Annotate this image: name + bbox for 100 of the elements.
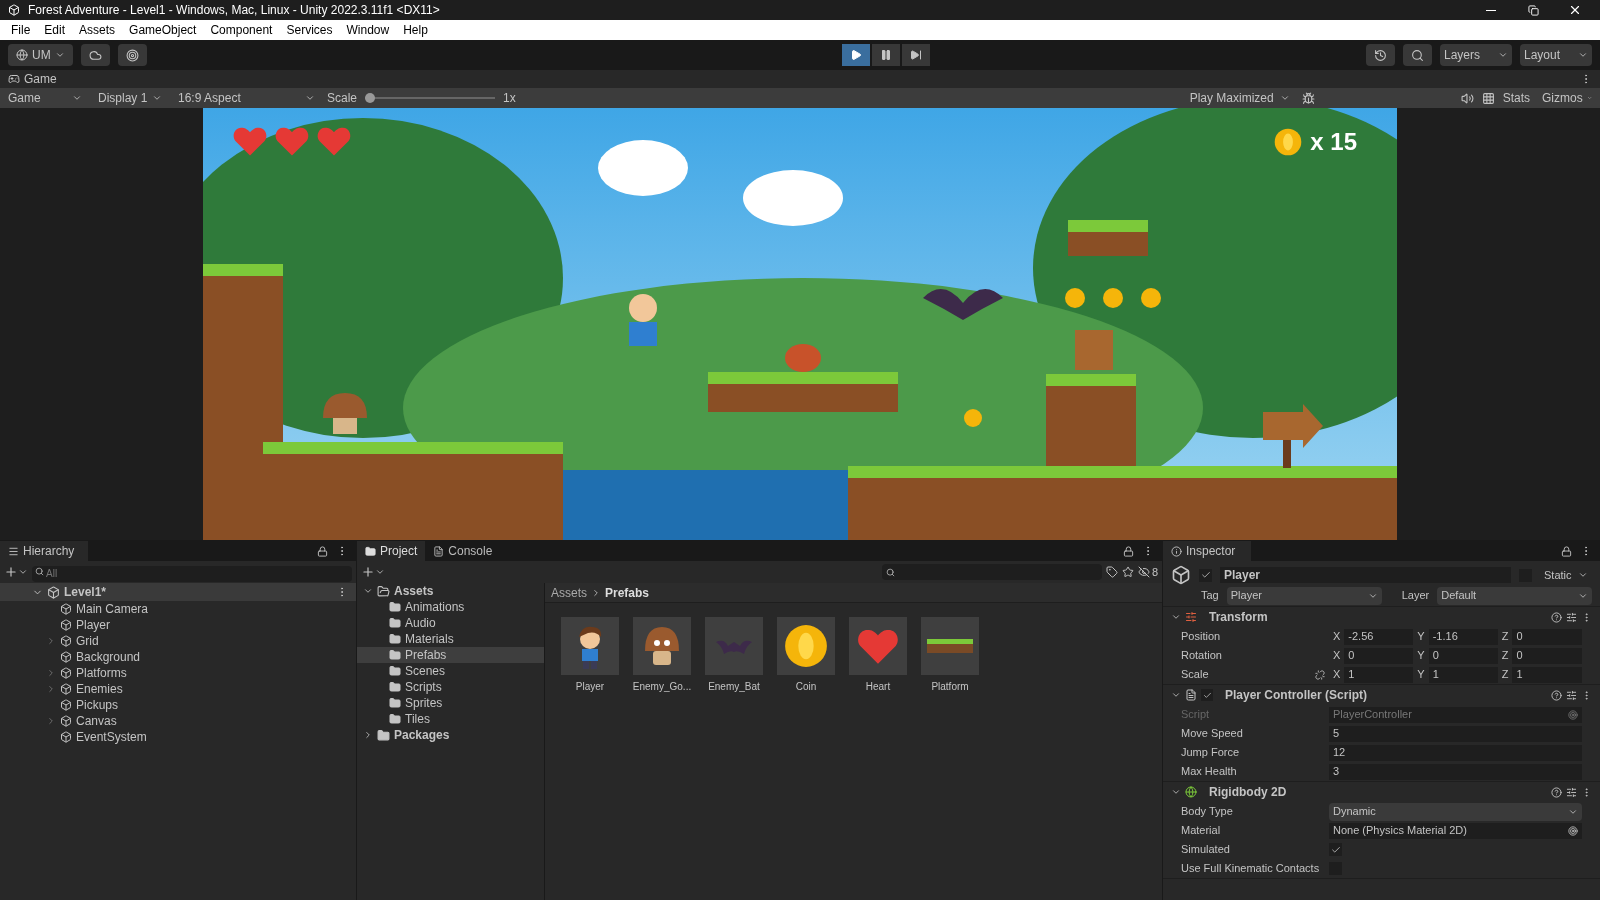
add-button[interactable] — [4, 565, 28, 579]
asset-item[interactable]: Player — [561, 617, 619, 694]
cloud-button[interactable] — [80, 44, 110, 66]
inspector-tab[interactable]: Inspector — [1163, 541, 1251, 561]
asset-item[interactable]: Enemy_Bat — [705, 617, 763, 694]
speaker-icon[interactable] — [1460, 91, 1474, 105]
star-icon[interactable] — [1121, 566, 1134, 578]
breadcrumb-link[interactable]: Prefabs — [605, 583, 650, 602]
play-button[interactable] — [842, 44, 871, 66]
menu-item[interactable]: Services — [279, 21, 340, 39]
gizmos-dropdown[interactable]: Gizmos — [1538, 89, 1596, 107]
game-tab[interactable]: Game — [8, 70, 57, 88]
number-field[interactable]: -1.16 — [1428, 628, 1498, 645]
tag-icon[interactable] — [1105, 566, 1118, 578]
folder-item[interactable]: Scenes — [357, 663, 544, 679]
hidden-packages-button[interactable]: 8 — [1137, 563, 1158, 581]
value-field[interactable]: 5 — [1329, 725, 1582, 742]
hierarchy-item[interactable]: Main Camera — [0, 601, 356, 617]
asset-item[interactable]: Enemy_Go... — [633, 617, 691, 694]
preset-icon[interactable] — [1566, 786, 1577, 798]
add-button[interactable] — [361, 565, 385, 579]
account-button[interactable]: UM — [8, 44, 73, 66]
pause-button[interactable] — [872, 44, 901, 66]
folder-item[interactable]: Packages — [357, 727, 544, 743]
menu-item[interactable]: Edit — [37, 21, 73, 39]
hierarchy-item[interactable]: EventSystem — [0, 729, 356, 745]
tag-dropdown[interactable]: Player — [1226, 586, 1382, 605]
number-field[interactable]: 0 — [1428, 647, 1498, 664]
object-picker-icon[interactable] — [1568, 709, 1578, 720]
link-icon[interactable] — [1315, 669, 1325, 680]
game-mode-dropdown[interactable]: Game — [4, 89, 86, 107]
display-dropdown[interactable]: Display 1 — [94, 89, 166, 107]
value-field[interactable]: 12 — [1329, 744, 1582, 761]
lock-icon[interactable] — [1561, 545, 1572, 557]
asset-item[interactable]: Heart — [849, 617, 907, 694]
search-button[interactable] — [1403, 44, 1432, 66]
preset-icon[interactable] — [1566, 611, 1577, 623]
number-field[interactable]: 1 — [1428, 666, 1498, 683]
number-field[interactable]: 0 — [1512, 647, 1582, 664]
hierarchy-item[interactable]: Platforms — [0, 665, 356, 681]
slider-thumb[interactable] — [365, 93, 376, 103]
play-mode-dropdown[interactable]: Play Maximized — [1185, 89, 1294, 107]
folder-item[interactable]: Assets — [357, 583, 544, 599]
hierarchy-item[interactable]: Player — [0, 617, 356, 633]
object-picker-icon[interactable] — [1568, 825, 1578, 836]
preset-icon[interactable] — [1566, 689, 1577, 701]
menu-item[interactable]: Window — [339, 21, 397, 39]
menu-item[interactable]: Component — [203, 21, 280, 39]
search-field[interactable]: All — [32, 565, 352, 582]
help-icon[interactable] — [1551, 689, 1562, 701]
folder-item[interactable]: Prefabs — [357, 647, 544, 663]
lock-icon[interactable] — [1123, 545, 1134, 557]
name-field[interactable]: Player — [1220, 567, 1511, 583]
bug-icon[interactable] — [1301, 91, 1315, 105]
checkbox[interactable] — [1329, 843, 1342, 856]
hierarchy-item[interactable]: Canvas — [0, 713, 356, 729]
history-button[interactable] — [1366, 44, 1395, 66]
component-header[interactable]: Player Controller (Script) — [1163, 685, 1600, 705]
help-icon[interactable] — [1551, 611, 1562, 623]
static-dropdown[interactable]: Static — [1540, 566, 1592, 584]
hierarchy-item[interactable]: Pickups — [0, 697, 356, 713]
folder-item[interactable]: Tiles — [357, 711, 544, 727]
search-field[interactable] — [881, 564, 1102, 580]
layout-dropdown[interactable]: Layout — [1520, 44, 1592, 66]
number-field[interactable]: 1 — [1344, 666, 1414, 683]
layers-dropdown[interactable]: Layers — [1440, 44, 1512, 66]
folder-item[interactable]: Animations — [357, 599, 544, 615]
folder-item[interactable]: Materials — [357, 631, 544, 647]
number-field[interactable]: -2.56 — [1344, 628, 1414, 645]
enabled-checkbox[interactable] — [1201, 689, 1213, 701]
menu-item[interactable]: File — [4, 21, 38, 39]
menu-item[interactable]: Assets — [72, 21, 123, 39]
aspect-dropdown[interactable]: 16:9 Aspect — [174, 89, 319, 107]
folder-item[interactable]: Scripts — [357, 679, 544, 695]
number-field[interactable]: 0 — [1344, 647, 1414, 664]
menu-item[interactable]: Help — [396, 21, 435, 39]
object-field[interactable]: None (Physics Material 2D) — [1329, 822, 1582, 839]
hierarchy-item[interactable]: Enemies — [0, 681, 356, 697]
help-icon[interactable] — [1551, 786, 1562, 798]
number-field[interactable]: 0 — [1512, 628, 1582, 645]
stats-button[interactable]: Stats — [1502, 89, 1530, 107]
asset-item[interactable]: Coin — [777, 617, 835, 694]
hierarchy-item[interactable]: Background — [0, 649, 356, 665]
active-checkbox[interactable] — [1199, 568, 1212, 582]
collab-button[interactable] — [117, 44, 147, 66]
menu-item[interactable]: GameObject — [122, 21, 204, 39]
step-button[interactable] — [902, 44, 931, 66]
breadcrumb-link[interactable]: Assets — [551, 583, 587, 602]
hierarchy-item[interactable]: Grid — [0, 633, 356, 649]
panel-tab[interactable]: Console — [425, 541, 501, 561]
body-type-dropdown[interactable]: Dynamic — [1329, 802, 1582, 821]
layer-dropdown[interactable]: Default — [1437, 586, 1592, 605]
folder-item[interactable]: Sprites — [357, 695, 544, 711]
panel-tab[interactable]: Project — [357, 541, 426, 561]
lock-icon[interactable] — [317, 545, 328, 557]
hierarchy-tab[interactable]: Hierarchy — [0, 541, 88, 561]
asset-item[interactable]: Platform — [921, 617, 979, 694]
folder-item[interactable]: Audio — [357, 615, 544, 631]
number-field[interactable]: 1 — [1512, 666, 1582, 683]
grid-icon[interactable] — [1481, 91, 1495, 105]
